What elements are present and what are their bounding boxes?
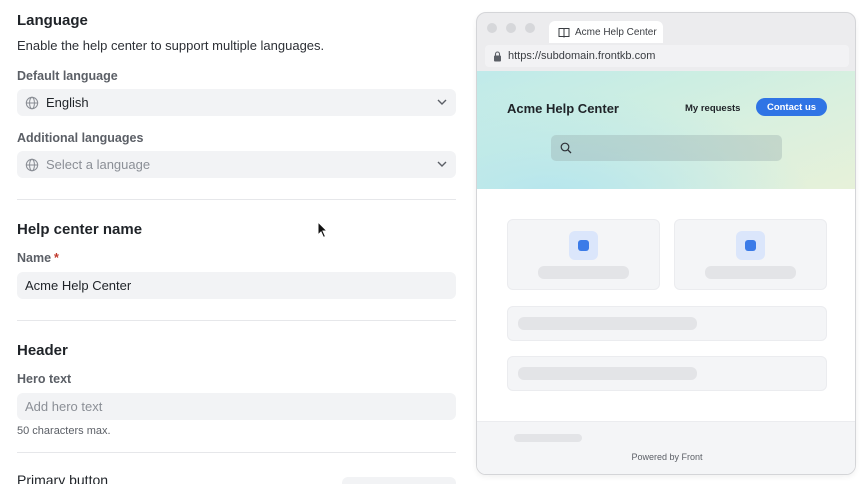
- preview-my-requests-link: My requests: [685, 103, 741, 114]
- placeholder-bar: [518, 367, 697, 380]
- preview-search-bar: [551, 135, 782, 161]
- category-icon: [569, 231, 598, 260]
- help-center-name-title: Help center name: [17, 221, 143, 238]
- globe-icon: [25, 96, 39, 109]
- preview-hero: Acme Help Center My requests Contact us: [477, 71, 855, 189]
- default-language-value: English: [46, 95, 89, 110]
- powered-by-text: Powered by Front: [631, 452, 703, 462]
- language-description: Enable the help center to support multip…: [17, 38, 325, 53]
- hero-text-input[interactable]: [25, 399, 456, 414]
- preview-footer: Powered by Front: [477, 421, 855, 474]
- chevron-down-icon: [437, 99, 447, 105]
- settings-panel: Language Enable the help center to suppo…: [0, 0, 470, 484]
- preview-category-card: [674, 219, 827, 290]
- chevron-down-icon: [437, 161, 447, 167]
- window-close-dot: [487, 23, 497, 33]
- help-center-preview-window: Acme Help Center https://subdomain.front…: [476, 12, 856, 475]
- primary-button-toggle[interactable]: [342, 477, 456, 484]
- additional-languages-label: Additional languages: [17, 131, 144, 145]
- preview-contact-button: Contact us: [756, 98, 827, 116]
- preview-category-card: [507, 219, 660, 290]
- section-divider: [17, 452, 456, 453]
- section-divider: [17, 199, 456, 200]
- lock-icon: [494, 50, 501, 61]
- mouse-cursor-icon: [317, 221, 329, 239]
- language-section-title: Language: [17, 12, 88, 29]
- name-input[interactable]: [25, 278, 456, 293]
- browser-tab-title: Acme Help Center: [575, 26, 657, 38]
- hero-text-hint: 50 characters max.: [17, 425, 111, 437]
- browser-tab: Acme Help Center: [549, 21, 663, 43]
- preview-article-row: [507, 306, 827, 341]
- header-section-title: Header: [17, 342, 68, 359]
- preview-article-row: [507, 356, 827, 391]
- hero-text-field[interactable]: [17, 393, 456, 420]
- required-mark: *: [54, 251, 59, 265]
- search-icon: [560, 142, 572, 154]
- name-field[interactable]: [17, 272, 456, 299]
- url-text: https://subdomain.frontkb.com: [508, 50, 656, 62]
- name-label-text: Name: [17, 251, 52, 265]
- primary-button-label: Primary button: [17, 472, 109, 484]
- placeholder-bar: [514, 434, 582, 442]
- preview-viewport: Acme Help Center My requests Contact us …: [477, 71, 855, 474]
- window-zoom-dot: [525, 23, 535, 33]
- additional-languages-placeholder: Select a language: [46, 157, 151, 172]
- default-language-label: Default language: [17, 69, 118, 83]
- placeholder-bar: [705, 266, 796, 279]
- default-language-select[interactable]: English: [17, 89, 456, 116]
- additional-languages-select[interactable]: Select a language: [17, 151, 456, 178]
- placeholder-bar: [538, 266, 629, 279]
- window-minimize-dot: [506, 23, 516, 33]
- url-bar: https://subdomain.frontkb.com: [485, 45, 849, 67]
- globe-icon: [25, 158, 39, 171]
- category-icon: [736, 231, 765, 260]
- section-divider: [17, 320, 456, 321]
- preview-brand: Acme Help Center: [507, 101, 619, 116]
- hero-text-label: Hero text: [17, 372, 72, 386]
- placeholder-bar: [518, 317, 697, 330]
- book-icon: [558, 27, 570, 38]
- name-label: Name *: [17, 251, 59, 265]
